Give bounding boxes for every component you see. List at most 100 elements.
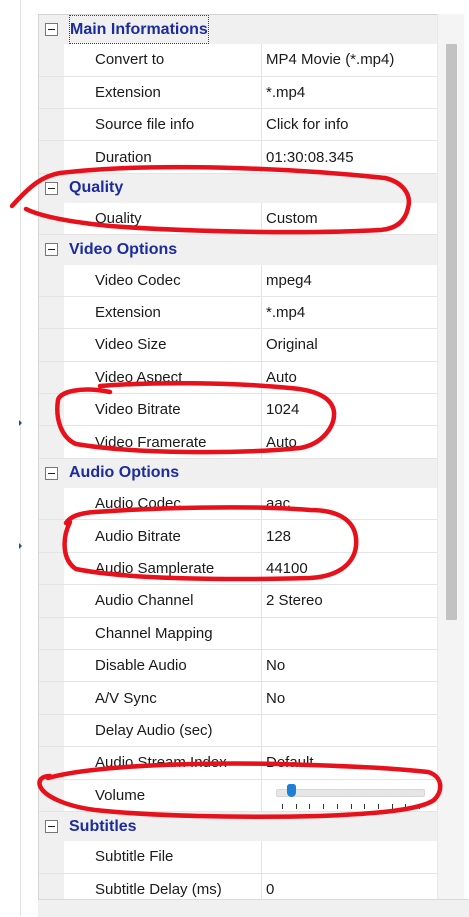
- property-name[interactable]: Video Aspect: [64, 361, 262, 394]
- property-name[interactable]: Channel Mapping: [64, 617, 262, 649]
- property-row[interactable]: Delay Audio (sec): [39, 714, 437, 748]
- slider-thumb[interactable]: [286, 783, 296, 797]
- property-row[interactable]: Video Aspect Auto: [39, 361, 437, 395]
- property-name[interactable]: Subtitle File: [64, 841, 262, 873]
- property-name[interactable]: Extension: [64, 296, 262, 329]
- category-title[interactable]: Subtitles: [69, 812, 137, 841]
- property-row[interactable]: Channel Mapping: [39, 617, 437, 650]
- left-splitter[interactable]: [0, 0, 20, 916]
- property-row[interactable]: Disable Audio No: [39, 650, 437, 683]
- bottom-bar: [38, 899, 469, 917]
- property-row[interactable]: Extension *.mp4: [39, 296, 437, 330]
- property-row[interactable]: Video Framerate Auto: [39, 426, 437, 459]
- collapse-minus-icon[interactable]: [45, 23, 58, 36]
- property-value[interactable]: No: [262, 650, 437, 682]
- property-name[interactable]: Video Codec: [64, 264, 262, 296]
- property-name[interactable]: Convert to: [64, 44, 262, 76]
- property-name[interactable]: Audio Stream Index: [64, 747, 262, 779]
- property-name[interactable]: Source file info: [64, 108, 262, 141]
- property-value[interactable]: Click for info: [262, 108, 437, 141]
- collapse-minus-icon[interactable]: [45, 819, 58, 833]
- property-value[interactable]: 2 Stereo: [262, 585, 437, 617]
- category-title[interactable]: Video Options: [69, 235, 177, 264]
- property-value[interactable]: 0: [262, 873, 437, 900]
- property-name[interactable]: Delay Audio (sec): [64, 714, 262, 747]
- collapse-minus-icon[interactable]: [45, 466, 58, 480]
- property-name[interactable]: Audio Bitrate: [64, 520, 262, 552]
- volume-slider[interactable]: [276, 780, 425, 811]
- category-row[interactable]: Audio Options: [39, 458, 437, 489]
- property-grid: Main Informations Convert to MP4 Movie (*.…: [38, 14, 437, 900]
- property-row[interactable]: Quality Custom: [39, 202, 437, 236]
- property-value[interactable]: Original: [262, 329, 437, 361]
- slider-tick: [350, 803, 352, 809]
- property-value[interactable]: Auto: [262, 426, 437, 458]
- property-name[interactable]: Disable Audio: [64, 650, 262, 682]
- property-value[interactable]: *.mp4: [262, 76, 437, 108]
- collapse-minus-icon[interactable]: [45, 243, 58, 257]
- property-row[interactable]: Audio Codec aac: [39, 488, 437, 521]
- property-row[interactable]: Audio Stream Index Default: [39, 747, 437, 780]
- property-value[interactable]: 1024: [262, 394, 437, 426]
- property-value[interactable]: Default: [262, 747, 437, 779]
- property-value[interactable]: 01:30:08.345: [262, 141, 437, 173]
- property-row[interactable]: Extension *.mp4: [39, 76, 437, 109]
- category-row[interactable]: Main Informations: [39, 15, 437, 45]
- property-row[interactable]: Video Bitrate 1024: [39, 394, 437, 427]
- property-value[interactable]: [262, 617, 437, 649]
- property-value[interactable]: [262, 841, 437, 873]
- property-row[interactable]: Audio Channel 2 Stereo: [39, 585, 437, 618]
- slider-tick: [336, 803, 338, 809]
- splitter-arrow-icon[interactable]: [19, 543, 22, 549]
- slider-track[interactable]: [276, 788, 425, 797]
- property-value[interactable]: Auto: [262, 361, 437, 394]
- property-row[interactable]: Convert to MP4 Movie (*.mp4): [39, 44, 437, 77]
- property-value[interactable]: *.mp4: [262, 296, 437, 329]
- converter-options-panel: Main Informations Convert to MP4 Movie (*.…: [0, 0, 469, 917]
- slider-tick: [419, 803, 421, 809]
- property-row[interactable]: Duration 01:30:08.345: [39, 141, 437, 174]
- property-row[interactable]: Audio Bitrate 128: [39, 520, 437, 553]
- property-name[interactable]: Duration: [64, 141, 262, 173]
- property-row[interactable]: Video Codec mpeg4: [39, 264, 437, 297]
- property-name[interactable]: Video Framerate: [64, 426, 262, 458]
- property-value[interactable]: aac: [262, 488, 437, 520]
- property-value[interactable]: MP4 Movie (*.mp4): [262, 44, 437, 76]
- property-value[interactable]: 128: [262, 520, 437, 552]
- property-name[interactable]: A/V Sync: [64, 682, 262, 714]
- property-value[interactable]: [262, 714, 437, 747]
- category-title[interactable]: Quality: [69, 174, 123, 203]
- property-row[interactable]: Subtitle Delay (ms) 0: [39, 873, 437, 900]
- property-row[interactable]: Volume: [39, 779, 437, 812]
- category-title[interactable]: Main Informations: [69, 15, 209, 45]
- property-name[interactable]: Video Size: [64, 329, 262, 361]
- property-name[interactable]: Quality: [64, 202, 262, 235]
- property-name[interactable]: Audio Samplerate: [64, 552, 262, 585]
- slider-tick: [295, 803, 297, 809]
- property-row[interactable]: Subtitle File: [39, 841, 437, 874]
- property-row[interactable]: Source file info Click for info: [39, 108, 437, 142]
- property-row[interactable]: Video Size Original: [39, 329, 437, 362]
- property-row[interactable]: A/V Sync No: [39, 682, 437, 715]
- property-name[interactable]: Volume: [64, 779, 262, 811]
- slider-tick: [364, 803, 366, 809]
- property-value[interactable]: mpeg4: [262, 264, 437, 296]
- category-row[interactable]: Subtitles: [39, 811, 437, 842]
- collapse-minus-icon[interactable]: [45, 181, 58, 195]
- property-name[interactable]: Audio Codec: [64, 488, 262, 520]
- scrollbar-thumb[interactable]: [446, 44, 457, 620]
- category-title[interactable]: Audio Options: [69, 459, 179, 488]
- property-value[interactable]: 44100: [262, 552, 437, 585]
- slider-tick: [405, 803, 407, 809]
- property-name[interactable]: Extension: [64, 76, 262, 108]
- property-value[interactable]: No: [262, 682, 437, 714]
- property-name[interactable]: Video Bitrate: [64, 394, 262, 426]
- category-row[interactable]: Quality: [39, 173, 437, 203]
- property-row[interactable]: Audio Samplerate 44100: [39, 552, 437, 586]
- category-row[interactable]: Video Options: [39, 235, 437, 265]
- property-name[interactable]: Audio Channel: [64, 585, 262, 617]
- property-value[interactable]: Custom: [262, 202, 437, 235]
- splitter-divider: [20, 0, 21, 916]
- property-name[interactable]: Subtitle Delay (ms): [64, 873, 262, 900]
- splitter-arrow-icon[interactable]: [19, 420, 22, 426]
